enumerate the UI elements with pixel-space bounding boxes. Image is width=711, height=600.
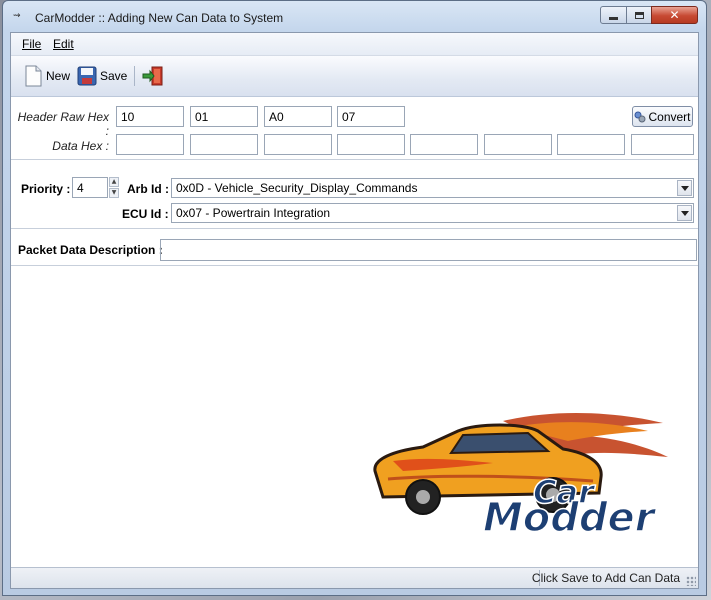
data-hex-field-5[interactable] bbox=[410, 134, 478, 155]
header-hex-field-4[interactable]: 07 bbox=[337, 106, 405, 127]
maximize-icon bbox=[634, 11, 644, 19]
title-bar[interactable]: ⇝ CarModder :: Adding New Can Data to Sy… bbox=[3, 1, 706, 33]
floppy-disk-icon bbox=[77, 66, 97, 86]
toolbar-separator bbox=[134, 66, 135, 86]
status-text: Click Save to Add Can Data bbox=[531, 571, 680, 585]
data-hex-field-2[interactable] bbox=[190, 134, 258, 155]
new-label: New bbox=[46, 69, 71, 83]
new-button[interactable]: New bbox=[23, 64, 70, 88]
data-hex-field-3[interactable] bbox=[264, 134, 332, 155]
chevron-down-icon[interactable] bbox=[677, 180, 692, 196]
menu-bar: File Edit bbox=[11, 33, 698, 56]
chevron-down-icon[interactable] bbox=[677, 205, 692, 221]
spin-down-icon[interactable]: ▼ bbox=[109, 188, 119, 198]
exit-button[interactable] bbox=[142, 64, 164, 88]
packet-description-label: Packet Data Description : bbox=[18, 243, 163, 257]
carmodder-logo: Car Modder bbox=[373, 412, 668, 541]
new-document-icon bbox=[25, 65, 42, 87]
header-hex-field-2[interactable]: 01 bbox=[190, 106, 258, 127]
minimize-icon bbox=[609, 16, 618, 20]
hex-panel: Header Raw Hex : 10 01 A0 07 Convert Dat… bbox=[11, 97, 698, 160]
data-hex-field-7[interactable] bbox=[557, 134, 625, 155]
data-hex-label: Data Hex : bbox=[52, 139, 109, 153]
data-hex-field-8[interactable] bbox=[631, 134, 694, 155]
save-label: Save bbox=[100, 69, 128, 83]
arb-id-select[interactable]: 0x0D - Vehicle_Security_Display_Commands bbox=[171, 178, 694, 198]
priority-label: Priority : bbox=[21, 182, 71, 196]
arb-id-value: 0x0D - Vehicle_Security_Display_Commands bbox=[176, 181, 418, 195]
arb-id-label: Arb Id : bbox=[127, 182, 169, 196]
priority-stepper[interactable]: 4 ▲ ▼ bbox=[72, 177, 121, 198]
close-button[interactable]: ✕ bbox=[651, 6, 698, 24]
save-button[interactable]: Save bbox=[77, 64, 127, 88]
data-hex-field-4[interactable] bbox=[337, 134, 405, 155]
header-raw-hex-label: Header Raw Hex : bbox=[17, 110, 109, 138]
ecu-id-select[interactable]: 0x07 - Powertrain Integration bbox=[171, 203, 694, 223]
maximize-button[interactable] bbox=[626, 6, 652, 24]
toolbar: New Save bbox=[11, 56, 698, 97]
spin-up-icon[interactable]: ▲ bbox=[109, 177, 119, 187]
ecu-id-label: ECU Id : bbox=[122, 207, 169, 221]
data-hex-field-6[interactable] bbox=[484, 134, 552, 155]
close-icon: ✕ bbox=[669, 8, 680, 22]
logo-text-modder: Modder bbox=[483, 495, 657, 541]
resize-grip-icon[interactable] bbox=[686, 576, 696, 586]
header-hex-field-3[interactable]: A0 bbox=[264, 106, 332, 127]
convert-button[interactable]: Convert bbox=[632, 106, 693, 127]
ecu-id-value: 0x07 - Powertrain Integration bbox=[176, 206, 331, 220]
description-panel: Packet Data Description : bbox=[11, 229, 698, 266]
minimize-button[interactable] bbox=[600, 6, 627, 24]
menu-file[interactable]: File bbox=[22, 37, 41, 51]
window-title: CarModder :: Adding New Can Data to Syst… bbox=[35, 11, 284, 25]
menu-edit[interactable]: Edit bbox=[53, 37, 74, 51]
header-hex-field-1[interactable]: 10 bbox=[116, 106, 184, 127]
data-hex-field-1[interactable] bbox=[116, 134, 184, 155]
priority-value[interactable]: 4 bbox=[72, 177, 108, 198]
packet-description-input[interactable] bbox=[160, 239, 697, 261]
convert-icon bbox=[634, 111, 646, 122]
status-bar: Click Save to Add Can Data bbox=[11, 567, 698, 588]
exit-door-icon bbox=[142, 66, 163, 86]
app-icon: ⇝ bbox=[13, 11, 21, 21]
convert-label: Convert bbox=[648, 109, 691, 124]
